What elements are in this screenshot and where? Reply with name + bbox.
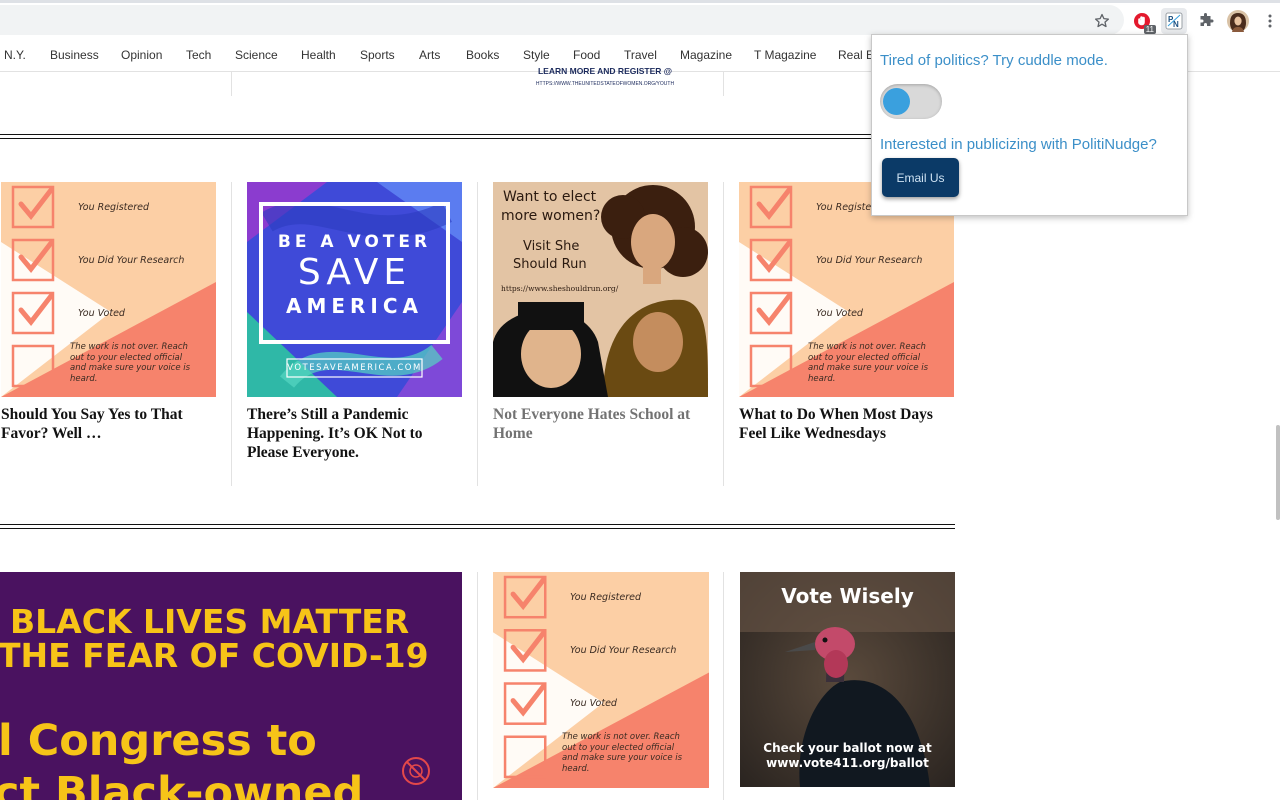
nav-item-arts[interactable]: Arts — [419, 48, 440, 62]
turkey-line2: www.vote411.org/ballot — [766, 756, 929, 770]
banner-line2: THE FEAR OF COVID-19 — [0, 636, 429, 675]
publicize-prompt: Interested in publicizing with PolitiNud… — [880, 136, 1157, 153]
women-line3: Visit She — [523, 239, 580, 254]
voter-url: VOTESAVEAMERICA.COM — [287, 363, 422, 373]
nav-item-t-magazine[interactable]: T Magazine — [754, 48, 816, 62]
card-title[interactable]: Not Everyone Hates School at Home — [493, 405, 708, 443]
check-note: The work is not over. Reach out to your … — [70, 342, 191, 384]
card-image-she-should-run[interactable]: Want to elect more women? Visit She Shou… — [493, 182, 708, 397]
nav-item-tech[interactable]: Tech — [186, 48, 211, 62]
nav-item-ny[interactable]: N.Y. — [4, 48, 26, 62]
email-us-button[interactable]: Email Us — [882, 158, 959, 197]
nav-item-science[interactable]: Science — [235, 48, 278, 62]
section-rule — [0, 134, 955, 139]
page-scrollbar[interactable] — [1276, 425, 1280, 520]
svg-text:N: N — [1173, 20, 1179, 29]
nav-item-sports[interactable]: Sports — [360, 48, 395, 62]
browser-toolbar: 11 PN — [0, 0, 1280, 36]
address-bar[interactable] — [0, 5, 1124, 35]
top-ad-line1: LEARN MORE AND REGISTER @ — [537, 66, 673, 76]
card-image-checklist[interactable]: You Registered You Did Your Research You… — [493, 572, 709, 788]
adblock-icon[interactable]: 11 — [1130, 9, 1156, 34]
cuddle-mode-prompt: Tired of politics? Try cuddle mode. — [880, 52, 1108, 69]
turkey-title: Vote Wisely — [781, 584, 914, 608]
column-divider — [723, 72, 724, 96]
women-line4: Should Run — [513, 257, 587, 272]
nav-item-food[interactable]: Food — [573, 48, 600, 62]
column-divider — [231, 182, 232, 486]
check-label-research: You Did Your Research — [816, 255, 923, 266]
nav-item-books[interactable]: Books — [466, 48, 499, 62]
extensions-puzzle-icon[interactable] — [1194, 9, 1218, 33]
check-label-registered: You Registered — [570, 592, 642, 603]
section-rule — [0, 524, 955, 529]
card-image-vote-wisely[interactable]: Vote Wisely Check your ballot now at www… — [740, 572, 955, 787]
nav-item-business[interactable]: Business — [50, 48, 99, 62]
column-divider — [723, 572, 724, 800]
check-label-research: You Did Your Research — [570, 645, 677, 656]
check-label-registered: You Registered — [78, 202, 150, 213]
card-image-save-america[interactable]: BE A VOTER SAVE AMERICA VOTESAVEAMERICA.… — [247, 182, 462, 397]
voter-line3: AMERICA — [285, 294, 424, 318]
column-divider — [231, 72, 232, 96]
check-note: The work is not over. Reach out to your … — [808, 342, 929, 384]
top-ad-text: LEARN MORE AND REGISTER @ HTTPS://WWW.TH… — [520, 66, 690, 87]
toggle-knob — [883, 88, 910, 115]
women-line1: Want to elect — [503, 189, 597, 205]
column-divider — [723, 182, 724, 486]
card-image-blm-banner[interactable]: BLACK LIVES MATTER THE FEAR OF COVID-19 … — [0, 572, 462, 800]
profile-avatar[interactable] — [1226, 9, 1250, 33]
check-label-research: You Did Your Research — [78, 255, 185, 266]
adblock-badge: 11 — [1143, 25, 1156, 34]
nav-item-style[interactable]: Style — [523, 48, 550, 62]
politinudge-icon[interactable]: PN — [1161, 8, 1187, 34]
card-image-checklist[interactable]: You Registered You Did Your Research You… — [1, 182, 216, 397]
bookmark-star-icon[interactable] — [1090, 9, 1114, 33]
voter-line1: BE A VOTER — [277, 232, 432, 252]
voter-line2: SAVE — [297, 252, 412, 293]
women-line2: more women? — [501, 208, 601, 224]
banner-line4: ct Black-owned — [0, 768, 364, 800]
nav-item-health[interactable]: Health — [301, 48, 336, 62]
column-divider — [477, 182, 478, 486]
browser-menu-icon[interactable] — [1258, 9, 1280, 33]
virus-logo-icon — [402, 757, 430, 785]
nav-item-opinion[interactable]: Opinion — [121, 48, 162, 62]
nav-item-magazine[interactable]: Magazine — [680, 48, 732, 62]
card-title[interactable]: What to Do When Most Days Feel Like Wedn… — [739, 405, 954, 443]
politinudge-popup: Tired of politics? Try cuddle mode. Inte… — [871, 34, 1188, 216]
turkey-line1: Check your ballot now at — [763, 741, 932, 755]
top-ad-url: HTTPS://WWW.THEUNITEDSTATEOFWOMEN.ORG/YO… — [535, 81, 675, 87]
check-label-voted: You Voted — [570, 698, 617, 709]
column-divider — [477, 572, 478, 800]
women-url: https://www.sheshouldrun.org/ — [501, 284, 619, 293]
nav-item-travel[interactable]: Travel — [624, 48, 657, 62]
check-label-voted: You Voted — [78, 308, 125, 319]
check-label-voted: You Voted — [816, 308, 863, 319]
check-note: The work is not over. Reach out to your … — [562, 732, 683, 774]
cuddle-mode-toggle[interactable] — [880, 84, 942, 119]
banner-line3: l Congress to — [0, 716, 317, 766]
card-title[interactable]: Should You Say Yes to That Favor? Well … — [1, 405, 216, 443]
card-title[interactable]: There’s Still a Pandemic Happening. It’s… — [247, 405, 462, 462]
